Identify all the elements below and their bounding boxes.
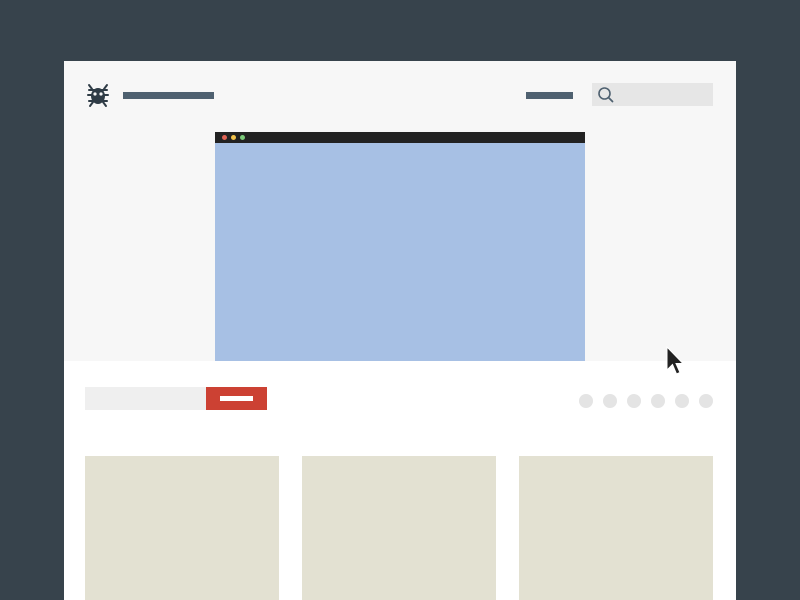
- card-1[interactable]: [85, 456, 279, 600]
- page-dot-5[interactable]: [675, 394, 689, 408]
- browser-mockup: [215, 132, 585, 361]
- search-input[interactable]: [592, 83, 713, 106]
- hero-section: [64, 61, 736, 361]
- filter-input[interactable]: [85, 387, 206, 410]
- pagination-dots: [579, 394, 719, 408]
- search-icon: [598, 87, 614, 103]
- browser-title-bar: [215, 132, 585, 143]
- close-window-dot: [222, 135, 227, 140]
- page-dot-2[interactable]: [603, 394, 617, 408]
- card-2[interactable]: [302, 456, 496, 600]
- web-page: [64, 61, 736, 600]
- bug-icon[interactable]: [84, 81, 112, 109]
- site-title-placeholder[interactable]: [123, 92, 214, 99]
- page-dot-6[interactable]: [699, 394, 713, 408]
- card-3[interactable]: [519, 456, 713, 600]
- page-dot-1[interactable]: [579, 394, 593, 408]
- page-dot-4[interactable]: [651, 394, 665, 408]
- minimize-window-dot: [231, 135, 236, 140]
- submit-button[interactable]: [206, 387, 267, 410]
- nav-link-placeholder[interactable]: [526, 92, 573, 99]
- submit-button-label-placeholder: [220, 396, 253, 401]
- mouse-pointer-icon: [666, 346, 685, 375]
- page-dot-3[interactable]: [627, 394, 641, 408]
- maximize-window-dot: [240, 135, 245, 140]
